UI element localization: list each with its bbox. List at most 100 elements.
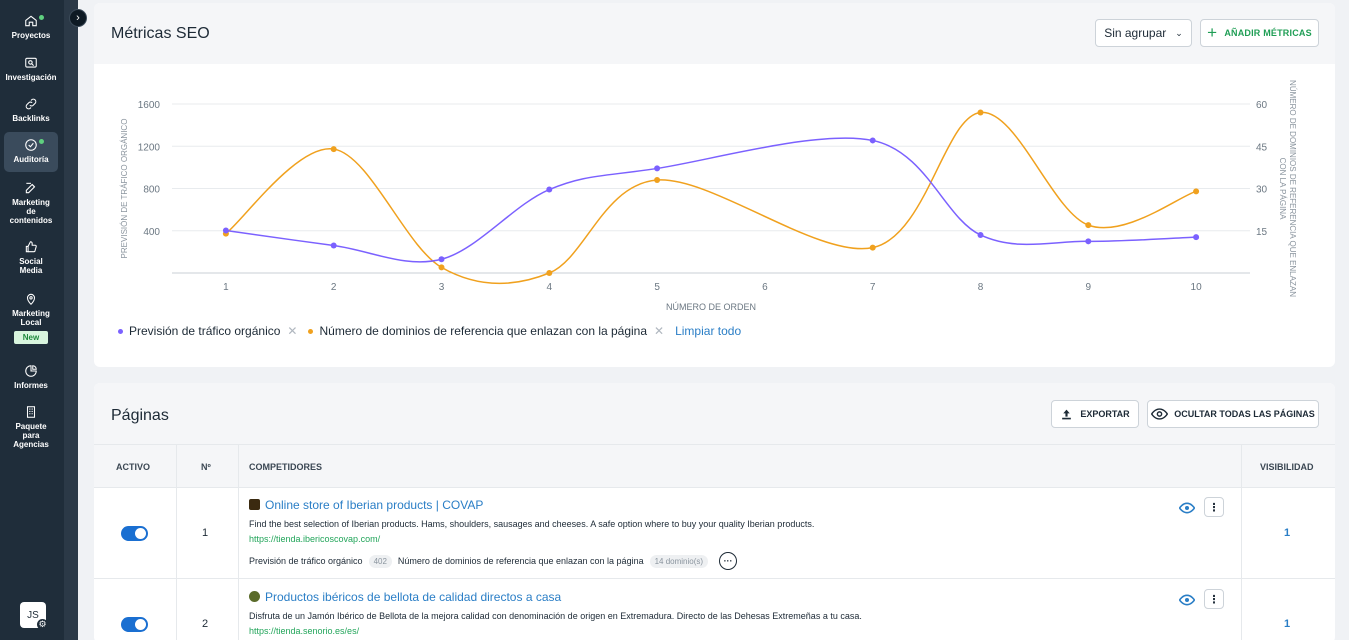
data-point [1193, 234, 1200, 241]
add-metrics-button[interactable]: + AÑADIR MÉTRICAS [1200, 19, 1319, 47]
metric-label: Número de dominios de referencia que enl… [397, 556, 644, 566]
y-right-axis-label: NÚMERO DE DOMINIOS DE REFERENCIA QUE ENL… [1278, 80, 1297, 297]
site-favicon [249, 591, 260, 602]
data-point [869, 244, 876, 251]
edit-icon [25, 182, 36, 194]
x-tick-label: 5 [654, 282, 660, 293]
sidebar-item-paquete-agencias[interactable]: Paquete para Agencias [4, 399, 58, 455]
new-badge: New [13, 331, 49, 344]
row-number: 2 [202, 618, 209, 630]
hide-all-pages-button[interactable]: OCULTAR TODAS LAS PÁGINAS [1147, 400, 1319, 428]
sidebar-item-investigacion[interactable]: Investigación [4, 50, 58, 86]
y-right-tick-label: 15 [1256, 227, 1268, 238]
row-menu-button[interactable]: ⋮ [1204, 589, 1224, 609]
visibility-value[interactable]: 1 [1284, 618, 1290, 630]
add-metrics-label: AÑADIR MÉTRICAS [1224, 28, 1312, 38]
visibility-value[interactable]: 1 [1284, 527, 1290, 539]
building-icon [26, 406, 36, 418]
gear-icon[interactable]: ⚙ [37, 619, 48, 630]
legend-item-domains[interactable]: Número de dominios de referencia que enl… [319, 324, 647, 338]
metric-value: 14 dominio(s) [649, 554, 709, 568]
sidebar-item-auditoria[interactable]: Auditoría [4, 132, 58, 172]
plus-icon: + [1207, 23, 1218, 42]
row-number: 1 [202, 527, 209, 539]
hide-all-pages-label: OCULTAR TODAS LAS PÁGINAS [1174, 409, 1315, 419]
row-menu-button[interactable]: ⋮ [1204, 497, 1224, 517]
table-row: 1 Online store of Iberian products | COV… [94, 488, 1335, 579]
y-left-axis-label: PREVISIÓN DE TRÁFICO ORGÁNICO [120, 119, 129, 259]
x-tick-label: 3 [439, 282, 445, 293]
upload-icon [1062, 409, 1072, 419]
check-circle-icon [25, 139, 37, 151]
data-point [438, 256, 445, 263]
active-toggle[interactable] [121, 526, 148, 541]
sidebar-item-marketing-local[interactable]: Marketing Local New [4, 286, 58, 352]
chart-legend: Previsión de tráfico orgánico ✕ Número d… [118, 324, 741, 338]
y-right-tick-label: 45 [1256, 142, 1268, 153]
y-left-tick-label: 1600 [138, 100, 161, 111]
legend-item-traffic[interactable]: Previsión de tráfico orgánico [129, 324, 280, 338]
data-point [1085, 222, 1092, 229]
competitor-description: Disfruta de un Jamón Ibérico de Bellota … [249, 611, 862, 621]
home-icon [25, 15, 37, 27]
active-toggle[interactable] [121, 617, 148, 632]
eye-icon [1151, 408, 1169, 420]
competitor-url[interactable]: https://tienda.senorio.es/es/ [249, 626, 359, 636]
sidebar-item-marketing-contenidos[interactable]: Marketing de contenidos [4, 175, 58, 227]
x-tick-label: 9 [1086, 282, 1092, 293]
notification-dot [39, 139, 44, 144]
x-tick-label: 1 [223, 282, 229, 293]
metric-value: 402 [368, 554, 392, 568]
link-icon [25, 98, 37, 110]
chevron-right-icon: › [76, 12, 80, 24]
competitor-title-link[interactable]: Online store of Iberian products | COVAP [265, 498, 483, 512]
x-axis-label: NÚMERO DE ORDEN [666, 302, 756, 312]
data-point [977, 109, 984, 116]
sidebar-item-label: Informes [14, 381, 48, 390]
column-competitors: COMPETIDORES [249, 462, 323, 472]
y-right-tick-label: 30 [1256, 185, 1268, 196]
clear-all-link[interactable]: Limpiar todo [675, 324, 741, 338]
sidebar-item-label: Investigación [5, 73, 57, 82]
export-label: EXPORTAR [1080, 409, 1130, 419]
data-point [1193, 188, 1200, 195]
sidebar-item-informes[interactable]: Informes [4, 358, 58, 394]
sidebar-edge [64, 0, 78, 640]
data-point [869, 137, 876, 144]
remove-traffic-icon[interactable]: ✕ [287, 324, 297, 338]
data-point [654, 165, 661, 172]
data-point [330, 242, 337, 249]
export-button[interactable]: EXPORTAR [1051, 400, 1139, 428]
data-point [546, 270, 553, 276]
metric-label: Previsión de tráfico orgánico [249, 556, 363, 566]
map-pin-icon [26, 293, 36, 305]
sidebar-collapse-button[interactable]: › [69, 9, 87, 27]
sidebar-item-label: Marketing Local [12, 309, 50, 327]
competitor-url[interactable]: https://tienda.ibericoscovap.com/ [249, 534, 380, 544]
y-right-tick-label: 60 [1256, 100, 1268, 111]
thumbs-up-icon [25, 241, 37, 253]
eye-icon[interactable] [1179, 592, 1195, 608]
notification-dot [39, 15, 44, 20]
more-metrics-button[interactable]: ··· [719, 552, 738, 570]
competitor-title-link[interactable]: Productos ibéricos de bellota de calidad… [265, 590, 561, 604]
sidebar-item-proyectos[interactable]: Proyectos [4, 8, 58, 44]
eye-icon[interactable] [1179, 500, 1195, 516]
series-line [225, 111, 1197, 285]
group-select[interactable]: Sin agrupar ⌄ [1095, 19, 1192, 47]
chevron-down-icon: ⌄ [1175, 27, 1183, 38]
search-window-icon [25, 57, 37, 68]
table-row: 2 Productos ibéricos de bellota de calid… [94, 580, 1335, 640]
y-left-tick-label: 1200 [138, 142, 161, 153]
sidebar-item-social-media[interactable]: Social Media [4, 234, 58, 276]
column-active: ACTIVO [116, 462, 151, 472]
remove-domains-icon[interactable]: ✕ [654, 324, 664, 338]
legend-dot-traffic [118, 328, 123, 334]
x-tick-label: 8 [978, 282, 984, 293]
y-left-tick-label: 400 [143, 227, 160, 238]
sidebar-item-backlinks[interactable]: Backlinks [4, 91, 58, 127]
seo-metrics-card: Métricas SEO Sin agrupar ⌄ + AÑADIR MÉTR… [94, 3, 1335, 367]
data-point [1085, 238, 1092, 245]
competitor-description: Find the best selection of Iberian produ… [249, 519, 815, 529]
seo-metrics-header: Métricas SEO Sin agrupar ⌄ + AÑADIR MÉTR… [94, 3, 1335, 64]
